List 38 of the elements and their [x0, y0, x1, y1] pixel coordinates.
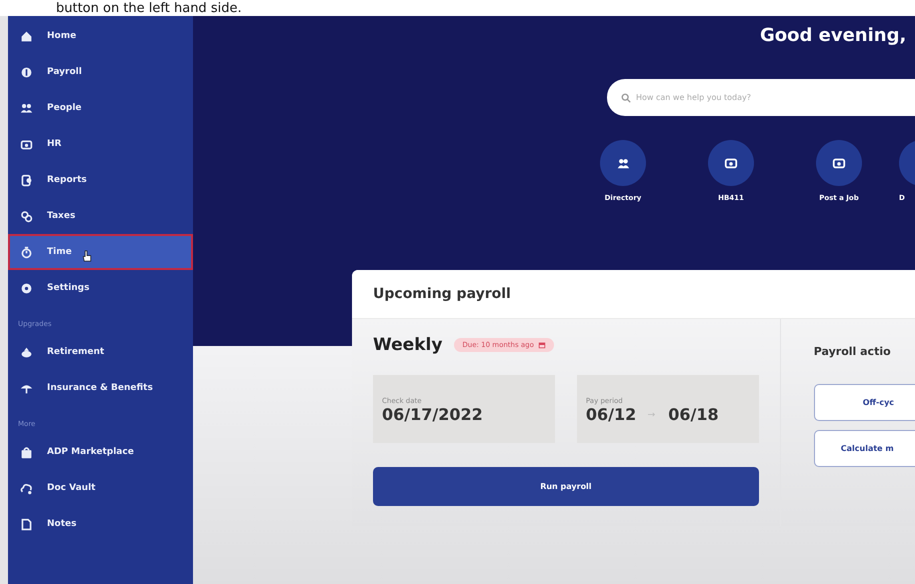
nav-label: Time — [47, 247, 72, 257]
nav-label: ADP Marketplace — [47, 447, 134, 457]
nav-item[interactable]: Payroll — [8, 54, 193, 90]
nav-label: Doc Vault — [47, 483, 96, 493]
payroll-frequency: Weekly — [373, 335, 442, 355]
video-caption: button on the left hand side. — [56, 1, 242, 16]
date-value: 06/17/2022 — [382, 404, 484, 424]
nav-label: Home — [47, 31, 76, 41]
nav-label: People — [47, 103, 82, 113]
card-title: Upcoming payroll — [373, 286, 511, 302]
action-button[interactable]: Off-cyc — [814, 384, 915, 421]
search-field[interactable]: How can we help you today? — [607, 79, 915, 116]
date-value: 06/18 — [668, 404, 719, 424]
nav-label: Reports — [47, 175, 87, 185]
nav-item[interactable]: Time — [8, 234, 193, 270]
nav-item[interactable]: Taxes — [8, 198, 193, 234]
nav-item[interactable]: Settings — [8, 270, 193, 306]
nav-item[interactable]: Insurance & Benefits — [8, 370, 193, 406]
nav-item[interactable]: HR — [8, 126, 193, 162]
nav-label: Taxes — [47, 211, 76, 221]
nav-label: Retirement — [47, 347, 104, 357]
action-button[interactable]: Calculate m — [814, 430, 915, 467]
nav-item[interactable]: Retirement — [8, 334, 193, 370]
nav-item[interactable]: Reports — [8, 162, 193, 198]
nav-label: Insurance & Benefits — [47, 383, 153, 393]
nav-item[interactable]: ADP Marketplace — [8, 434, 193, 470]
greeting-title: Good evening, — [760, 25, 906, 46]
nav-item[interactable]: Doc Vault — [8, 470, 193, 506]
nav-label: Payroll — [47, 67, 82, 77]
nav-label: Settings — [47, 283, 90, 293]
nav-item[interactable]: Notes — [8, 506, 193, 542]
run-payroll-button[interactable]: Run payroll — [373, 467, 759, 506]
nav-label: HR — [47, 139, 62, 149]
nav-item[interactable]: Home — [8, 18, 193, 54]
section-title: Payroll actio — [814, 345, 892, 358]
date-value: 06/12 — [586, 404, 636, 424]
nav-item[interactable]: People — [8, 90, 193, 126]
nav-label: Notes — [47, 519, 76, 529]
